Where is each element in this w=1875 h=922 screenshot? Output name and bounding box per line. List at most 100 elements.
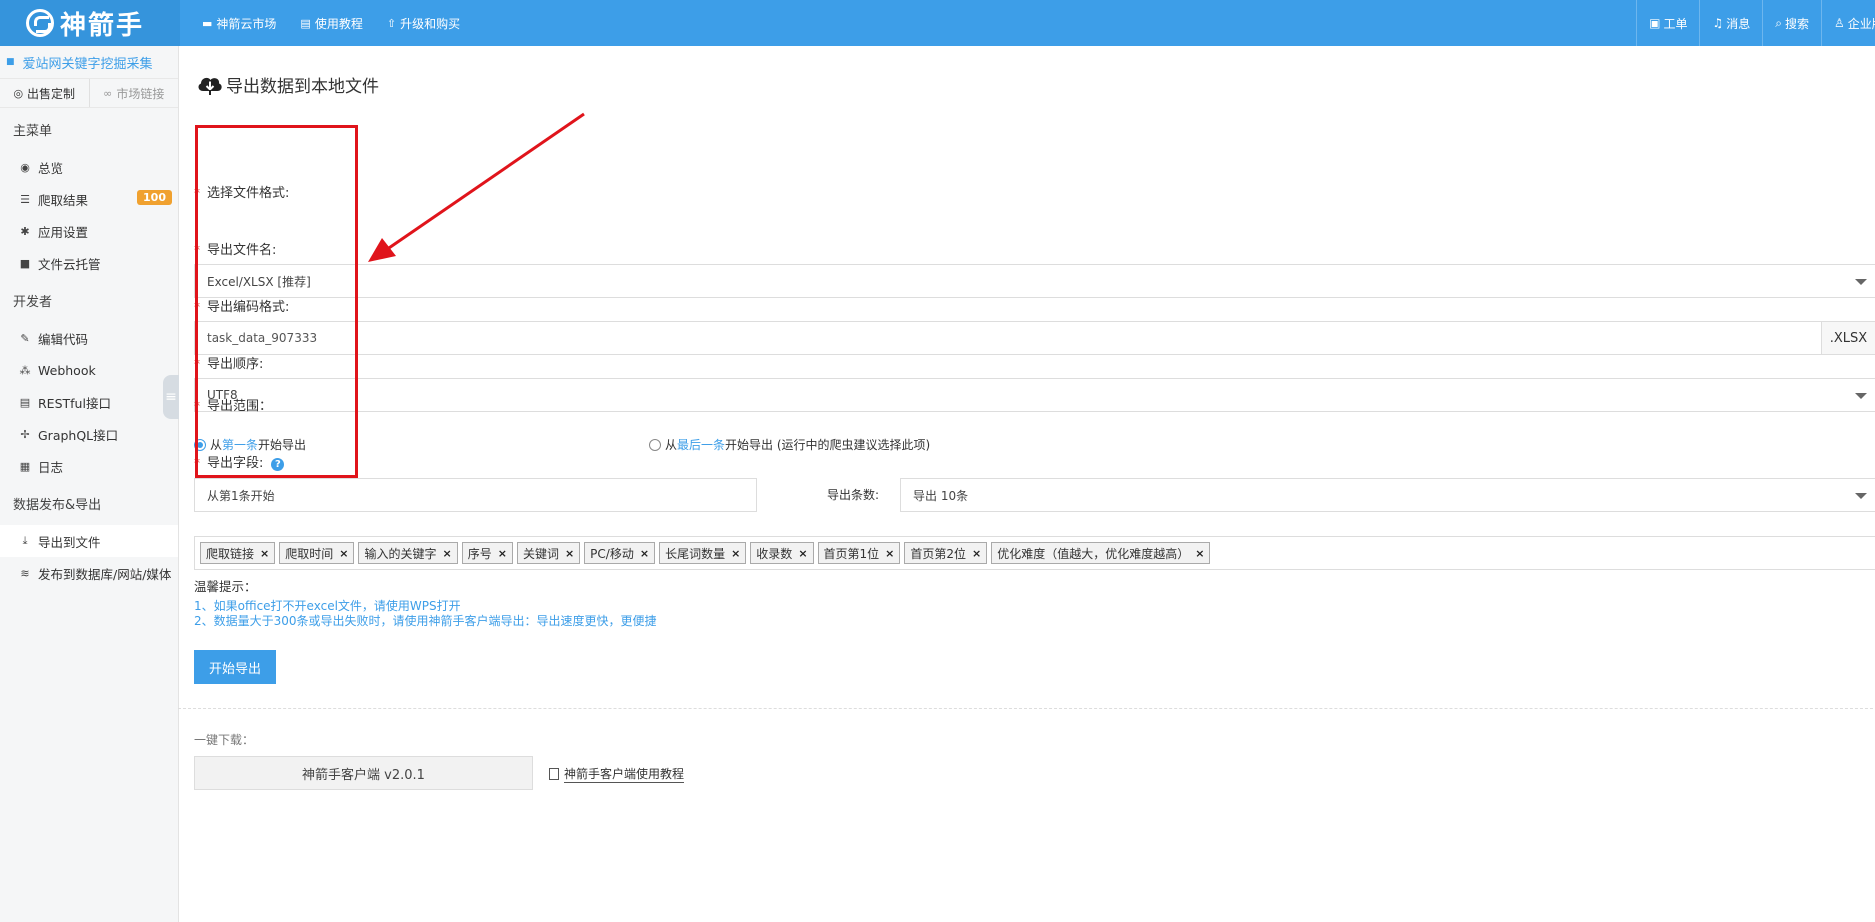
remove-tag-icon[interactable]: ×: [260, 547, 269, 560]
sidebar-item-label: Webhook: [38, 362, 96, 378]
order-last-highlight: 最后一条: [677, 438, 726, 452]
task-actions: ◎ 出售定制 ∞ 市场链接: [0, 78, 178, 108]
start-export-button[interactable]: 开始导出: [194, 650, 276, 684]
download-icon: ⤓: [22, 534, 28, 547]
bell-icon: ♫: [1712, 16, 1724, 30]
sidebar-item-cloud-files[interactable]: ■ 文件云托管: [0, 247, 178, 279]
message-button[interactable]: ♫ 消息: [1699, 0, 1762, 46]
sidebar-item-settings[interactable]: ✱ 应用设置: [0, 215, 178, 247]
logo[interactable]: 神箭手: [0, 0, 180, 46]
remove-tag-icon[interactable]: ×: [885, 547, 894, 560]
field-tag-label: 首页第2位: [910, 546, 967, 561]
sidebar-item-graphql[interactable]: ✢ GraphQL接口: [0, 418, 178, 450]
search-icon: ⌕: [1775, 15, 1782, 30]
remove-tag-icon[interactable]: ×: [339, 547, 348, 560]
field-tag: 关键词 ×: [516, 542, 581, 564]
remove-tag-icon[interactable]: ×: [972, 547, 981, 560]
sell-custom-button[interactable]: ◎ 出售定制: [0, 79, 89, 107]
remove-tag-icon[interactable]: ×: [731, 547, 740, 560]
field-tag-label: PC/移动: [590, 546, 634, 561]
field-tag: 收录数 ×: [750, 542, 814, 564]
field-tag: 爬取链接 ×: [200, 542, 276, 564]
client-tutorial-link[interactable]: 神箭手客户端使用教程: [549, 765, 685, 783]
radio-last[interactable]: [649, 438, 661, 451]
dashboard-icon: ◉: [20, 160, 30, 174]
enterprise-button[interactable]: ♙企业版: [1821, 0, 1875, 46]
count-select-value: 导出 10条: [913, 488, 969, 503]
market-link-label: 市场链接: [116, 86, 165, 101]
message-label: 消息: [1726, 16, 1751, 31]
sidebar-item-label: 应用设置: [38, 224, 89, 240]
webhook-icon: ⁂: [19, 363, 31, 377]
field-tag-label: 序号: [467, 546, 492, 561]
ticket-button[interactable]: ▣ 工单: [1636, 0, 1699, 46]
sidebar-item-overview[interactable]: ◉ 总览: [0, 151, 178, 183]
count-select[interactable]: 导出 10条: [900, 478, 1875, 512]
upgrade-icon: ⇧: [386, 16, 397, 30]
field-tag: 序号 ×: [461, 542, 513, 564]
market-link-button[interactable]: ∞ 市场链接: [88, 79, 179, 107]
sidebar-item-webhook[interactable]: ⁂ Webhook: [0, 354, 178, 386]
edit-icon: ✎: [20, 331, 30, 345]
book-icon: ▤: [300, 16, 311, 30]
sell-custom-label: 出售定制: [27, 86, 76, 101]
sidebar-item-label: 总览: [38, 160, 64, 176]
annotation-arrow-icon: [368, 112, 585, 262]
sidebar-item-label: 导出到文件: [38, 534, 101, 550]
chevron-down-icon: [1855, 493, 1867, 499]
sidebar-item-label: GraphQL接口: [38, 427, 119, 443]
gear-icon: ✱: [20, 224, 30, 238]
filename-input[interactable]: task_data_907333: [194, 321, 1822, 355]
nav-tutorial[interactable]: ▤ 使用教程: [288, 0, 374, 46]
sidebar-item-label: RESTful接口: [38, 395, 111, 411]
top-right-menu: ▣工单 ♫消息 ⌕搜索 ♙企业版: [1636, 0, 1875, 46]
sidebar-item-export-file[interactable]: ⤓ 导出到文件: [0, 525, 178, 557]
order-option-last[interactable]: 从最后一条 开始导出 (运行中的爬虫建议选择此项): [649, 436, 930, 453]
document-icon: [549, 768, 559, 780]
api-icon: ▤: [19, 395, 31, 409]
nav-tutorial-label: 使用教程: [314, 16, 363, 31]
remove-tag-icon[interactable]: ×: [498, 547, 507, 560]
nav-market-label: 神箭云市场: [216, 16, 277, 31]
field-tag: PC/移动 ×: [584, 542, 656, 564]
order-last-suffix: 开始导出 (运行中的爬虫建议选择此项): [725, 438, 931, 452]
download-label: 一键下载：: [194, 733, 255, 747]
field-tag: 爬取时间 ×: [279, 542, 355, 564]
field-tag-label: 爬取时间: [285, 546, 334, 561]
remove-tag-icon[interactable]: ×: [565, 547, 574, 560]
top-nav: ▬ 神箭云市场 ▤ 使用教程 ⇧ 升级和购买: [190, 0, 472, 46]
sidebar-collapse-handle[interactable]: ≡: [163, 375, 179, 419]
link-icon: ∞: [103, 86, 113, 100]
section-main-menu: 主菜单: [13, 124, 53, 139]
folder-icon: ■: [19, 256, 31, 270]
field-tag-label: 首页第1位: [823, 546, 880, 561]
sidebar-item-restful[interactable]: ▤ RESTful接口: [0, 386, 178, 418]
sidebar-item-edit-code[interactable]: ✎ 编辑代码: [0, 322, 178, 354]
remove-tag-icon[interactable]: ×: [640, 547, 649, 560]
sidebar-item-publish[interactable]: ≋ 发布到数据库/网站/媒体: [0, 557, 178, 589]
sidebar-item-log[interactable]: ▦ 日志: [0, 450, 178, 482]
task-title[interactable]: ■ 爱站网关键字挖掘采集: [0, 46, 178, 78]
ticket-label: 工单: [1663, 16, 1688, 31]
sell-icon: ◎: [13, 86, 24, 100]
store-icon: ▬: [202, 16, 213, 30]
field-tag-label: 输入的关键字: [364, 546, 437, 561]
remove-tag-icon[interactable]: ×: [1195, 547, 1204, 560]
tips-title: 温馨提示：: [194, 579, 257, 594]
sidebar-item-results[interactable]: ☰ 爬取结果 100: [0, 183, 178, 215]
chevron-down-icon: [1855, 279, 1867, 285]
remove-tag-icon[interactable]: ×: [442, 547, 451, 560]
encoding-select[interactable]: UTF8: [194, 378, 1875, 412]
range-input[interactable]: 从第1条开始: [194, 478, 757, 512]
results-count-badge: 100: [137, 190, 172, 205]
nav-market[interactable]: ▬ 神箭云市场: [190, 0, 288, 46]
nav-upgrade[interactable]: ⇧ 升级和购买: [375, 0, 472, 46]
enterprise-label: 企业版: [1847, 16, 1875, 31]
list-icon: ☰: [20, 192, 30, 206]
download-client-button[interactable]: 神箭手客户端 v2.0.1: [194, 756, 533, 790]
fields-tag-input[interactable]: 爬取链接 × 爬取时间 × 输入的关键字 × 序号 × 关键词 × PC/移动 × 长尾词数…: [194, 536, 1875, 570]
page-title-text: 导出数据到本地文件: [226, 77, 379, 97]
search-button[interactable]: ⌕ 搜索: [1762, 0, 1821, 46]
nav-upgrade-label: 升级和购买: [400, 16, 461, 31]
remove-tag-icon[interactable]: ×: [798, 547, 807, 560]
